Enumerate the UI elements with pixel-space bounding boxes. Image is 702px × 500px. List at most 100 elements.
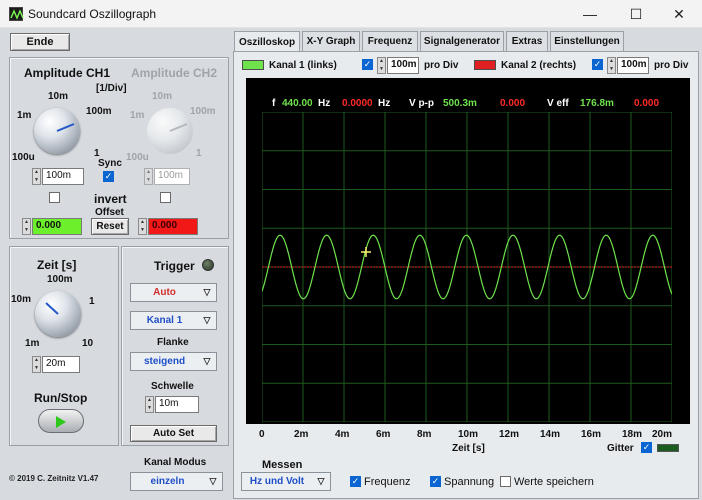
measure-frequency-label: Frequenz [364, 476, 411, 488]
trigger-channel-dropdown[interactable]: Kanal 1 ▽ [130, 311, 217, 330]
title-bar: Soundcard Oszillograph — ☐ ✕ [0, 0, 702, 28]
trigger-led-icon [202, 259, 214, 271]
ch2-enable-checkbox[interactable]: ✓ [592, 59, 603, 70]
auto-set-button[interactable]: Auto Set [130, 425, 217, 442]
amp2-spinner: ▲ ▼ [144, 168, 153, 185]
threshold-input[interactable]: 10m [155, 396, 199, 413]
tab-xy-graph[interactable]: X-Y Graph [302, 31, 360, 51]
time-title: Zeit [s] [37, 258, 77, 272]
run-stop-button[interactable] [38, 409, 84, 433]
amp2-label-100m: 100m [190, 106, 216, 117]
measure-voltage-label: Spannung [444, 476, 495, 488]
amp2-label-100u: 100u [126, 152, 149, 163]
chevron-down-icon: ▽ [203, 356, 211, 366]
amp1-spinner[interactable]: ▲ ▼ [32, 168, 41, 185]
x-tick-label: 14m [540, 429, 561, 440]
play-icon [56, 416, 66, 428]
run-stop-label: Run/Stop [34, 391, 88, 405]
ch2-perdiv-label: pro Div [654, 60, 689, 71]
tab-signalgenerator[interactable]: Signalgenerator [420, 31, 504, 51]
amp1-label-10m: 10m [48, 91, 69, 102]
maximize-button[interactable]: ☐ [613, 0, 659, 28]
chevron-down-icon: ▽ [203, 287, 211, 297]
trigger-flank-dropdown[interactable]: steigend ▽ [130, 352, 217, 371]
amplitude-unit: [1/Div] [96, 83, 127, 94]
trigger-mode-value: Auto [153, 287, 176, 298]
sync-checkbox[interactable]: ✓ [103, 171, 114, 182]
ch1-perdiv-label: pro Div [424, 60, 459, 71]
x-axis-label: Zeit [s] [452, 443, 485, 454]
chevron-down-icon: ▽ [209, 476, 217, 486]
trigger-flank-value: steigend [143, 356, 186, 367]
ch1-perdiv-input[interactable]: 100m [387, 57, 419, 74]
offset-ch2-spinner[interactable]: ▲ ▼ [138, 218, 147, 235]
trigger-mode-dropdown[interactable]: Auto ▽ [130, 283, 217, 302]
time-spinner[interactable]: ▲ ▼ [32, 356, 41, 373]
close-button[interactable]: ✕ [656, 0, 702, 28]
scope-plot[interactable] [262, 112, 672, 422]
measure-save-label: Werte speichern [514, 476, 594, 488]
readout-veff-ch1: 176.8m [580, 98, 614, 109]
amp2-label-1: 1 [196, 148, 202, 159]
amp2-label-1m: 1m [130, 110, 145, 121]
amplitude-ch1-input[interactable]: 100m [42, 168, 84, 185]
invert-ch2-checkbox[interactable] [160, 192, 171, 203]
ch2-color-swatch [474, 60, 496, 70]
window-title: Soundcard Oszillograph [28, 7, 157, 21]
offset-ch2-input[interactable]: 0.000 [148, 218, 198, 235]
readout-f-label: f [272, 98, 276, 109]
grid-color-swatch[interactable] [657, 444, 679, 452]
sync-label: Sync [98, 158, 122, 169]
minimize-button[interactable]: — [567, 0, 613, 28]
offset-reset-button[interactable]: Reset [91, 218, 129, 235]
measure-mode-dropdown[interactable]: Hz und Volt ▽ [241, 472, 331, 491]
tab-frequenz[interactable]: Frequenz [362, 31, 418, 51]
channel-mode-dropdown[interactable]: einzeln ▽ [130, 472, 223, 491]
amp1-label-100u: 100u [12, 152, 35, 163]
tab-oszilloskop[interactable]: Oszilloskop [234, 31, 300, 52]
x-tick-label: 4m [335, 429, 350, 440]
grid-checkbox[interactable]: ✓ [641, 442, 652, 453]
time-knob[interactable] [35, 291, 81, 337]
readout-f-ch1: 440.00 [282, 98, 313, 109]
amp1-label-100m: 100m [86, 106, 112, 117]
x-tick-label: 16m [581, 429, 602, 440]
x-tick-label: 8m [417, 429, 432, 440]
readout-vpp-ch1: 500.3m [443, 98, 477, 109]
ch2-perdiv-input[interactable]: 100m [617, 57, 649, 74]
ch1-perdiv-spinner[interactable]: ▲ ▼ [377, 57, 386, 74]
chevron-down-icon: ▽ [317, 476, 325, 486]
end-button[interactable]: Ende [10, 33, 70, 51]
x-tick-label: 6m [376, 429, 391, 440]
ch2-perdiv-spinner[interactable]: ▲ ▼ [607, 57, 616, 74]
x-tick-label: 2m [294, 429, 309, 440]
ch1-enable-checkbox[interactable]: ✓ [362, 59, 373, 70]
amplitude-ch2-title: Amplitude CH2 [131, 66, 218, 80]
grid-label: Gitter [607, 443, 634, 454]
channel-mode-label: Kanal Modus [144, 457, 207, 468]
amplitude-ch1-knob[interactable] [34, 108, 80, 154]
threshold-spinner[interactable]: ▲ ▼ [145, 396, 154, 413]
readout-f-ch2: 0.0000 [342, 98, 373, 109]
ch1-color-swatch [242, 60, 264, 70]
time-label-100m: 100m [47, 274, 73, 285]
readout-veff-label: V eff [547, 98, 569, 109]
time-input[interactable]: 20m [42, 356, 80, 373]
offset-ch1-input[interactable]: 0.000 [32, 218, 82, 235]
time-label-1m: 1m [25, 338, 40, 349]
readout-f-unit-2: Hz [378, 98, 391, 109]
tab-extras[interactable]: Extras [506, 31, 548, 51]
x-tick-label: 20m [652, 429, 673, 440]
readout-veff-ch2: 0.000 [634, 98, 660, 109]
invert-ch1-checkbox[interactable] [49, 192, 60, 203]
tab-einstellungen[interactable]: Einstellungen [550, 31, 624, 51]
offset-label: Offset [95, 207, 124, 218]
offset-ch1-spinner[interactable]: ▲ ▼ [22, 218, 31, 235]
measure-voltage-checkbox[interactable]: ✓ [430, 476, 441, 487]
amp2-label-10m: 10m [152, 91, 173, 102]
readout-f-unit-1: Hz [318, 98, 331, 109]
flank-label: Flanke [157, 337, 189, 348]
measure-frequency-checkbox[interactable]: ✓ [350, 476, 361, 487]
readout-vpp-label: V p-p [409, 98, 434, 109]
measure-save-checkbox[interactable] [500, 476, 511, 487]
